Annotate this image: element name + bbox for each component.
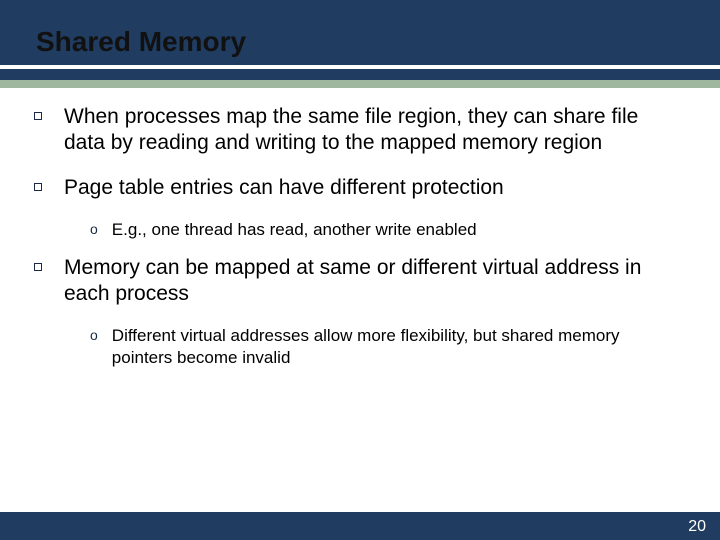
page-number: 20 <box>688 518 706 536</box>
slide-title: Shared Memory <box>36 26 246 58</box>
content-area: When processes map the same file region,… <box>34 104 680 384</box>
bullet-text: Page table entries can have different pr… <box>64 175 504 201</box>
circle-bullet-icon: o <box>90 221 98 237</box>
sub-bullet-text: Different virtual addresses allow more f… <box>112 325 680 369</box>
square-bullet-icon <box>34 183 42 191</box>
square-bullet-icon <box>34 112 42 120</box>
sub-bullet-item: o E.g., one thread has read, another wri… <box>90 219 680 241</box>
bullet-item: Page table entries can have different pr… <box>34 175 680 201</box>
square-bullet-icon <box>34 263 42 271</box>
divider-white <box>0 65 720 69</box>
slide: Shared Memory When processes map the sam… <box>0 0 720 540</box>
divider-green <box>0 80 720 88</box>
bullet-text: Memory can be mapped at same or differen… <box>64 255 680 308</box>
footer-band: 20 <box>0 512 720 540</box>
sub-bullet-text: E.g., one thread has read, another write… <box>112 219 477 241</box>
bullet-item: When processes map the same file region,… <box>34 104 680 157</box>
sub-bullet-item: o Different virtual addresses allow more… <box>90 325 680 369</box>
circle-bullet-icon: o <box>90 327 98 343</box>
bullet-item: Memory can be mapped at same or differen… <box>34 255 680 308</box>
bullet-text: When processes map the same file region,… <box>64 104 680 157</box>
